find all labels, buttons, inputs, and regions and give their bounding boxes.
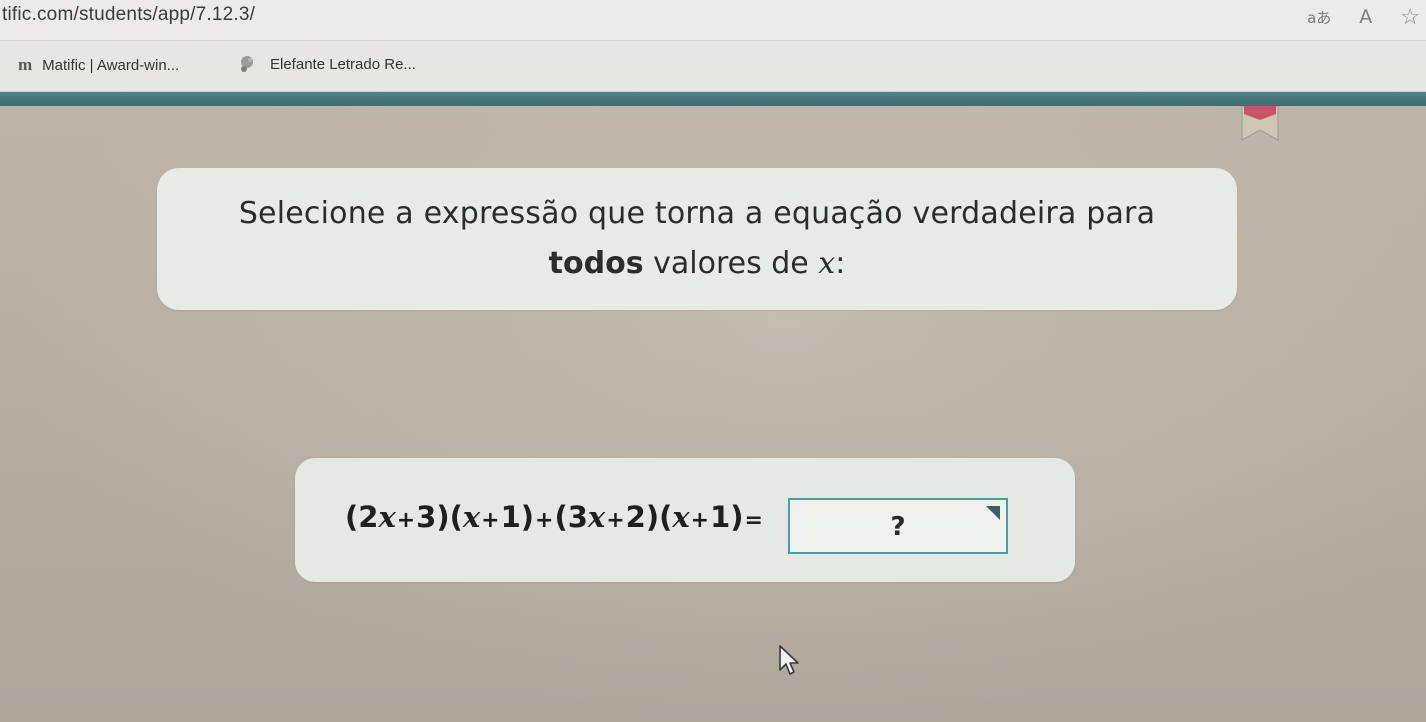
equation-term: 1) xyxy=(710,500,744,534)
bookmark-label: Matific | Award-win... xyxy=(42,56,180,74)
reader-mode-icon[interactable]: aあ xyxy=(1307,7,1331,28)
question-colon: : xyxy=(835,246,846,281)
equation-variable: x xyxy=(462,500,481,534)
question-variable: x xyxy=(818,246,836,281)
bookmarks-bar: m Matific | Award-win... Elefante Letrad… xyxy=(0,41,1426,92)
question-card: Selecione a expressão que torna a equaçã… xyxy=(157,168,1237,310)
equation-operator: + xyxy=(481,508,500,533)
url-text[interactable]: tific.com/students/app/7.12.3/ xyxy=(2,4,255,26)
equation-operator: + xyxy=(396,508,416,533)
equation-variable: x xyxy=(672,500,690,534)
question-text-line1: Selecione a expressão que torna a equaçã… xyxy=(238,196,1156,231)
app-top-bar xyxy=(0,92,1426,106)
equation-term: 3)( xyxy=(416,500,463,534)
equation-card: (2 x +3)(x +1) + (3 x +2)(x +1) = ? xyxy=(295,458,1075,582)
read-aloud-icon[interactable]: A xyxy=(1359,6,1372,28)
address-bar[interactable]: tific.com/students/app/7.12.3/ aあ A ☆ xyxy=(0,0,1426,41)
equation-variable: x xyxy=(378,500,396,534)
equation-term: (2 xyxy=(345,500,379,534)
equation-expression: (2 x +3)(x +1) + (3 x +2)(x +1) = xyxy=(345,500,764,534)
equation-operator: + xyxy=(690,508,710,533)
mouse-cursor-icon xyxy=(779,645,799,675)
answer-dropdown[interactable]: ? xyxy=(788,498,1008,554)
matific-logo-icon: m xyxy=(18,55,33,74)
browser-toolbar-icons: aあ A ☆ xyxy=(1279,2,1426,32)
equation-operator: + xyxy=(535,508,554,533)
equation-operator: + xyxy=(606,508,625,533)
equation-term: 1) xyxy=(500,500,535,534)
favorite-star-icon[interactable]: ☆ xyxy=(1400,5,1420,30)
elefante-logo-icon xyxy=(241,56,253,72)
answer-placeholder: ? xyxy=(890,512,906,542)
equation-operator: = xyxy=(744,508,763,533)
equation-term: (3 xyxy=(554,500,588,534)
bookmark-elefante-letrado[interactable]: Elefante Letrado Re... xyxy=(238,55,416,73)
bookmark-label: Elefante Letrado Re... xyxy=(270,55,416,73)
question-emphasis: todos xyxy=(548,246,644,281)
equation-variable: x xyxy=(587,500,606,534)
question-text-line2: todos valores de x: xyxy=(157,246,1237,281)
question-text: valores de xyxy=(643,246,819,281)
dropdown-corner-icon xyxy=(986,506,1000,520)
bookmark-matific[interactable]: m Matific | Award-win... xyxy=(18,55,179,75)
equation-term: 2)( xyxy=(625,500,673,534)
bookmark-ribbon-icon[interactable] xyxy=(1240,106,1280,144)
